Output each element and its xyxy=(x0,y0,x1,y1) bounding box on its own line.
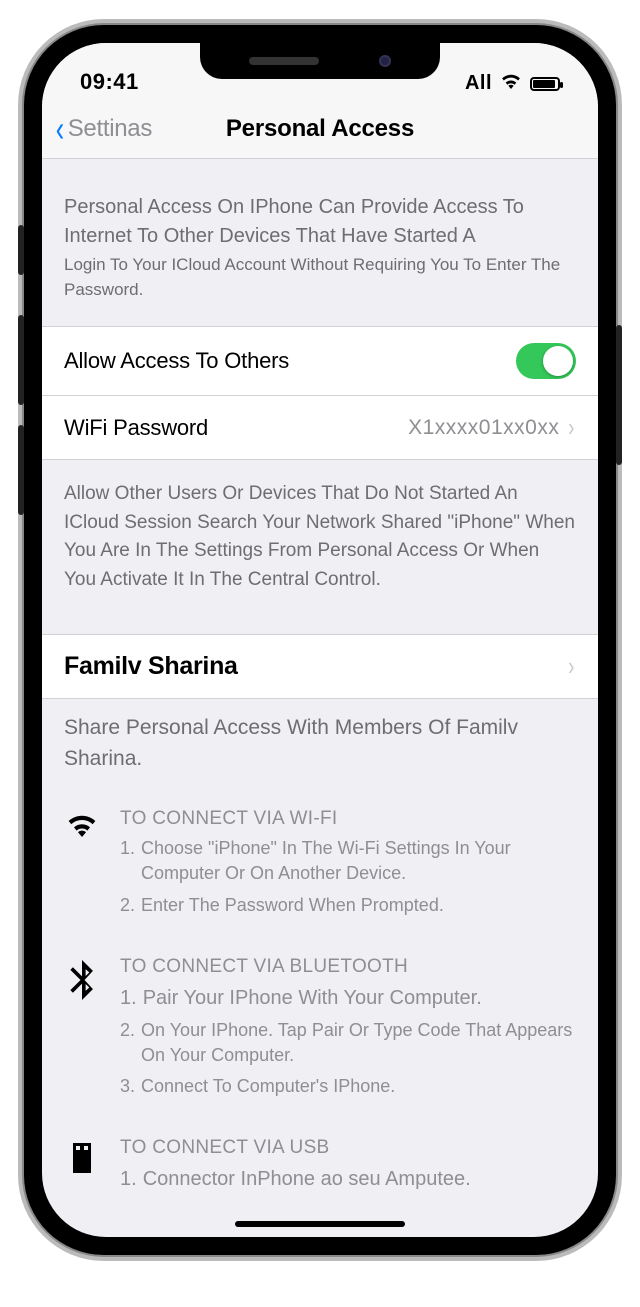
chevron-right-icon: › xyxy=(569,412,575,443)
wifi-password-row[interactable]: WiFi Password X1xxxx01xx0xx › xyxy=(42,396,598,460)
instructions: TO CONNECT VIA WI-FI 1.Choose "iPhone" I… xyxy=(42,800,598,1199)
wifi-icon xyxy=(500,72,522,95)
wifi-password-value: X1xxxx01xx0xx xyxy=(408,416,559,440)
header-line: Personal Access On IPhone Can Provide Ac… xyxy=(64,193,576,251)
instruction-step: Connector InPhone ao seu Amputee. xyxy=(143,1165,471,1193)
family-sharing-row[interactable]: Familv Sharina › xyxy=(42,634,598,699)
allow-access-row[interactable]: Allow Access To Others xyxy=(42,326,598,396)
wifi-password-label: WiFi Password xyxy=(64,415,208,441)
chevron-right-icon: › xyxy=(569,651,575,682)
allow-access-label: Allow Access To Others xyxy=(64,348,289,374)
instruction-step: Pair Your IPhone With Your Computer. xyxy=(143,984,482,1012)
side-button xyxy=(616,325,622,465)
family-sharing-footer: Share Personal Access With Members Of Fa… xyxy=(42,699,598,800)
instruction-title: TO CONNECT VIA USB xyxy=(120,1137,576,1159)
notch xyxy=(200,43,440,79)
instruction-bluetooth: TO CONNECT VIA BLUETOOTH 1.Pair Your IPh… xyxy=(64,956,576,1106)
wifi-icon xyxy=(64,808,100,924)
side-button xyxy=(18,425,24,515)
status-time: 09:41 xyxy=(80,69,139,95)
header-line: Login To Your ICloud Account Without Req… xyxy=(64,253,576,302)
instruction-title: TO CONNECT VIA BLUETOOTH xyxy=(120,956,576,978)
bluetooth-icon xyxy=(64,956,100,1106)
status-right: All xyxy=(465,72,560,95)
allow-access-toggle[interactable] xyxy=(516,343,576,379)
front-camera xyxy=(379,55,391,67)
chevron-left-icon: ‹ xyxy=(56,111,64,147)
status-carrier: All xyxy=(465,72,492,95)
instruction-step: Choose "iPhone" In The Wi-Fi Settings In… xyxy=(141,836,576,886)
instruction-step: Enter The Password When Prompted. xyxy=(141,893,444,918)
screen: 09:41 All ‹ Settinas Personal Access Per… xyxy=(42,43,598,1237)
phone-frame: 09:41 All ‹ Settinas Personal Access Per… xyxy=(24,25,616,1255)
back-label: Settinas xyxy=(68,115,152,143)
instruction-usb: TO CONNECT VIA USB 1.Connector InPhone a… xyxy=(64,1137,576,1199)
side-button xyxy=(18,315,24,405)
instruction-step: Connect To Computer's IPhone. xyxy=(141,1074,395,1099)
instruction-title: TO CONNECT VIA WI-FI xyxy=(120,808,576,830)
nav-bar: ‹ Settinas Personal Access xyxy=(42,99,598,159)
content[interactable]: Personal Access On IPhone Can Provide Ac… xyxy=(42,159,598,1237)
speaker xyxy=(249,57,319,65)
usb-icon xyxy=(64,1137,100,1199)
allow-access-footer: Allow Other Users Or Devices That Do Not… xyxy=(42,460,598,634)
header-description: Personal Access On IPhone Can Provide Ac… xyxy=(42,159,598,326)
instruction-wifi: TO CONNECT VIA WI-FI 1.Choose "iPhone" I… xyxy=(64,808,576,924)
side-button xyxy=(18,225,24,275)
battery-icon xyxy=(530,77,560,91)
back-button[interactable]: ‹ Settinas xyxy=(42,111,152,147)
home-indicator[interactable] xyxy=(235,1221,405,1227)
family-sharing-label: Familv Sharina xyxy=(64,652,238,681)
instruction-step: On Your IPhone. Tap Pair Or Type Code Th… xyxy=(141,1018,576,1068)
